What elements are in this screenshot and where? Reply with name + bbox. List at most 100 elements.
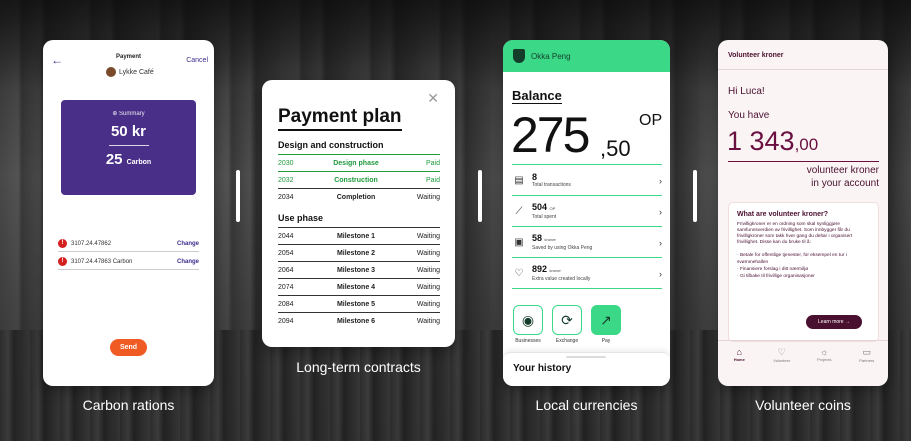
row-name: Milestone 2 [336,249,376,257]
row-status: Waiting [416,249,440,257]
stat-value: 58 [532,232,543,243]
unit-line-2: in your account [811,178,879,189]
merchant-name: Lykke Café [119,68,154,76]
divider [512,164,662,165]
info-title: What are volunteer kroner? [737,211,829,218]
nav-item-partners[interactable]: ▭ Partners [850,347,884,386]
stat-value: 504 [532,201,548,212]
summary-box: ⊕ Summary 50 kr 25 Carbon [61,100,196,195]
alert-icon: ! [58,239,67,248]
stat-text: 504 OP Total spent [532,201,659,221]
caption-currencies: Local currencies [535,397,638,413]
amount-kr: 50 kr [110,123,147,140]
nav-item-projects[interactable]: ☼ Projects [807,347,841,386]
row-status: Paid [425,159,440,167]
send-button[interactable]: Send [110,339,147,356]
learn-more-button[interactable]: Learn more → [806,315,862,329]
balance-integer: 1 343 [727,126,795,156]
stat-text: 58 kroner Saved by using Okka Peng [532,232,659,252]
list-item: · Finansiere forslag i ditt nærmiljø [737,267,809,272]
row-status: Waiting [416,266,440,274]
account-row: ! 3107.24.47862 Change [58,239,199,252]
row-year: 2074 [278,283,294,291]
row-status: Waiting [416,317,440,325]
account-number: 3107.24.47862 [71,240,112,247]
table-row: 2064 Milestone 3 Waiting [278,261,440,278]
heart-icon: ♡ [777,347,786,357]
row-year: 2054 [278,249,294,257]
row-year: 2032 [278,176,294,184]
row-name: Milestone 3 [336,266,376,274]
avatar [106,67,116,77]
exchange-icon[interactable]: ⟳ [552,305,582,335]
table-row: 2094 Milestone 6 Waiting [278,312,440,329]
action-label: Businesses [515,338,541,344]
bullet-list: · Betale for offentlige tjenester, for e… [737,252,870,280]
chevron-right-icon: › [659,237,662,248]
balance-unit: volunteer kroner in your account [807,164,879,190]
row-status: Paid [425,176,440,184]
change-button[interactable]: Change [177,259,199,265]
table-row: 2030 Design phase Paid [278,154,440,171]
bulb-icon: ☼ [820,347,829,357]
info-text: Frivilligkroner er en ordning som skal s… [737,222,853,245]
divider-bar [693,170,697,222]
chevron-right-icon: › [659,268,662,279]
section-design: Design and construction [278,140,384,150]
change-button[interactable]: Change [177,241,199,247]
heart-icon: ♡ [514,268,524,279]
nav-item-volunteer[interactable]: ♡ Volunteer [765,347,799,386]
plan-title: Payment plan [278,106,402,131]
greeting: Hi Luca! [728,86,765,97]
stat-label: Total transactions [532,181,571,188]
row-year: 2094 [278,317,294,325]
account-number: 3107.24.47863 Carbon [71,258,133,265]
close-icon[interactable]: ✕ [427,90,439,107]
nav-label: Partners [859,358,875,363]
stat-row[interactable]: ▣ 58 kroner Saved by using Okka Peng › [512,228,662,258]
account-row: ! 3107.24.47863 Carbon Change [58,257,199,270]
divider-bar [478,170,482,222]
summary-label: ⊕ Summary [112,111,145,117]
row-status: Waiting [416,232,440,240]
stat-text: 8 Total transactions [532,172,659,189]
stat-row[interactable]: ⟋ 504 OP Total spent › [512,197,662,227]
balance-integer: 275 [511,107,590,163]
volunteer-kroner-card: Volunteer kroner Hi Luca! You have 1 343… [718,40,888,386]
row-name: Design phase [333,159,379,167]
brand-name: Okka Peng [531,51,571,61]
alert-icon: ! [58,257,67,266]
row-year: 2084 [278,300,294,308]
row-name: Completion [336,193,376,201]
payment-plan-card: ✕ Payment plan Design and construction 2… [262,80,455,347]
stat-row[interactable]: ▤ 8 Total transactions › [512,166,662,196]
drag-handle[interactable] [566,356,606,358]
stat-unit: OP [549,205,556,211]
chevron-right-icon: › [659,206,662,217]
list-item: · Gi tilbake til frivillige organisasjon… [737,274,815,279]
nav-item-home[interactable]: ⌂ Home [722,347,756,386]
list-item: · Betale for offentlige tjenester, for e… [737,253,847,265]
app-header: Volunteer kroner [718,40,888,70]
row-name: Milestone 5 [336,300,376,308]
carbon-payment-card: ← Payment Cancel Lykke Café ⊕ Summary 50… [43,40,214,386]
stat-row[interactable]: ♡ 892 kroner Extra value created locally… [512,259,662,289]
row-year: 2034 [278,193,294,201]
caption-volunteer: Volunteer coins [755,397,851,413]
table-row: 2054 Milestone 2 Waiting [278,244,440,261]
caption-contracts: Long-term contracts [296,359,421,375]
stat-label: Extra value created locally [532,275,591,282]
cancel-button[interactable]: Cancel [186,57,208,64]
arrow-up-right-icon[interactable]: ↗ [591,305,621,335]
summary-divider [108,145,149,146]
currency-code: OP [639,112,663,129]
row-status: Waiting [416,300,440,308]
location-pin-icon[interactable]: ◉ [513,305,543,335]
balance-decimal: ,50 [600,136,631,161]
stat-text: 892 kroner Extra value created locally [532,264,659,283]
nav-label: Home [733,357,745,362]
carbon-number: 25 [105,151,123,168]
divider [728,161,879,162]
shield-logo-icon [513,49,525,63]
merchant: Lykke Café [106,67,154,77]
